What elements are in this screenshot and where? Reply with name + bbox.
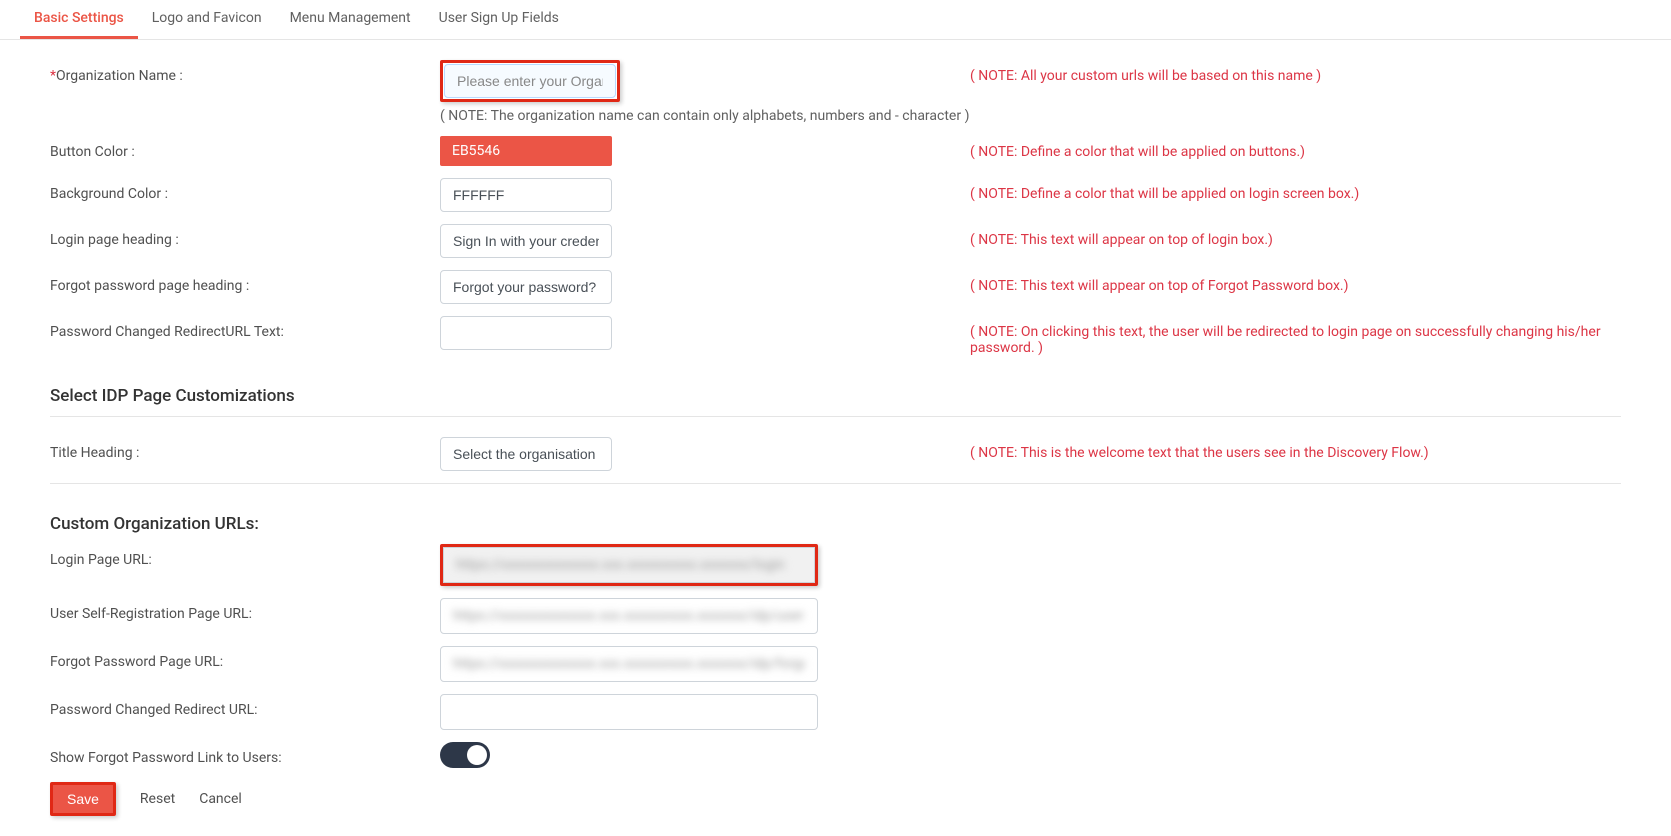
login-url-input[interactable]: https://xxxxxxxxxxxxxx.xxx.xxxxxxxxxx.xx… xyxy=(443,547,815,583)
button-color-swatch[interactable]: EB5546 xyxy=(440,136,612,166)
org-name-input[interactable] xyxy=(444,64,616,98)
pwd-redirect-text-note: ( NOTE: On clicking this text, the user … xyxy=(970,316,1621,356)
pwd-redirect-url-label: Password Changed Redirect URL: xyxy=(50,694,440,718)
button-color-label: Button Color : xyxy=(50,136,440,160)
self-reg-url-label: User Self-Registration Page URL: xyxy=(50,598,440,622)
tab-menu-management[interactable]: Menu Management xyxy=(276,0,425,39)
pwd-redirect-text-label: Password Changed RedirectURL Text: xyxy=(50,316,440,340)
title-heading-input[interactable] xyxy=(440,437,612,471)
reset-button[interactable]: Reset xyxy=(140,791,175,807)
forgot-heading-input[interactable] xyxy=(440,270,612,304)
login-url-highlight: https://xxxxxxxxxxxxxx.xxx.xxxxxxxxxx.xx… xyxy=(440,544,818,586)
tab-user-signup-fields[interactable]: User Sign Up Fields xyxy=(425,0,573,39)
login-heading-input[interactable] xyxy=(440,224,612,258)
login-url-label: Login Page URL: xyxy=(50,544,440,568)
divider xyxy=(50,483,1621,484)
pwd-redirect-url-input[interactable] xyxy=(440,694,818,730)
title-heading-note: ( NOTE: This is the welcome text that th… xyxy=(970,437,1621,461)
section-urls-title: Custom Organization URLs: xyxy=(50,514,1621,534)
org-name-note: ( NOTE: All your custom urls will be bas… xyxy=(970,60,1621,84)
forgot-url-input[interactable]: https://xxxxxxxxxxxxxx.xxx.xxxxxxxxxx.xx… xyxy=(440,646,818,682)
forgot-url-label: Forgot Password Page URL: xyxy=(50,646,440,670)
login-heading-note: ( NOTE: This text will appear on top of … xyxy=(970,224,1621,248)
cancel-button[interactable]: Cancel xyxy=(199,791,242,807)
forgot-heading-label: Forgot password page heading : xyxy=(50,270,440,294)
background-color-note: ( NOTE: Define a color that will be appl… xyxy=(970,178,1621,202)
toggle-knob xyxy=(467,745,487,765)
org-name-label: Organization Name : xyxy=(56,68,183,84)
save-button-highlight: Save xyxy=(50,782,116,816)
pwd-redirect-text-input[interactable] xyxy=(440,316,612,350)
tab-basic-settings[interactable]: Basic Settings xyxy=(20,0,138,39)
show-forgot-label: Show Forgot Password Link to Users: xyxy=(50,742,440,766)
forgot-heading-note: ( NOTE: This text will appear on top of … xyxy=(970,270,1621,294)
self-reg-url-input[interactable]: https://xxxxxxxxxxxxxx.xxx.xxxxxxxxxx.xx… xyxy=(440,598,818,634)
title-heading-label: Title Heading : xyxy=(50,437,440,461)
divider xyxy=(50,416,1621,417)
save-button[interactable]: Save xyxy=(53,785,113,813)
tab-logo-favicon[interactable]: Logo and Favicon xyxy=(138,0,276,39)
tabs-bar: Basic Settings Logo and Favicon Menu Man… xyxy=(0,0,1671,40)
show-forgot-toggle[interactable] xyxy=(440,742,490,768)
org-name-highlight xyxy=(440,60,620,102)
login-heading-label: Login page heading : xyxy=(50,224,440,248)
org-name-subnote: ( NOTE: The organization name can contai… xyxy=(440,108,970,124)
button-color-note: ( NOTE: Define a color that will be appl… xyxy=(970,136,1621,160)
section-idp-title: Select IDP Page Customizations xyxy=(50,386,1621,406)
background-color-label: Background Color : xyxy=(50,178,440,202)
background-color-input[interactable] xyxy=(440,178,612,212)
